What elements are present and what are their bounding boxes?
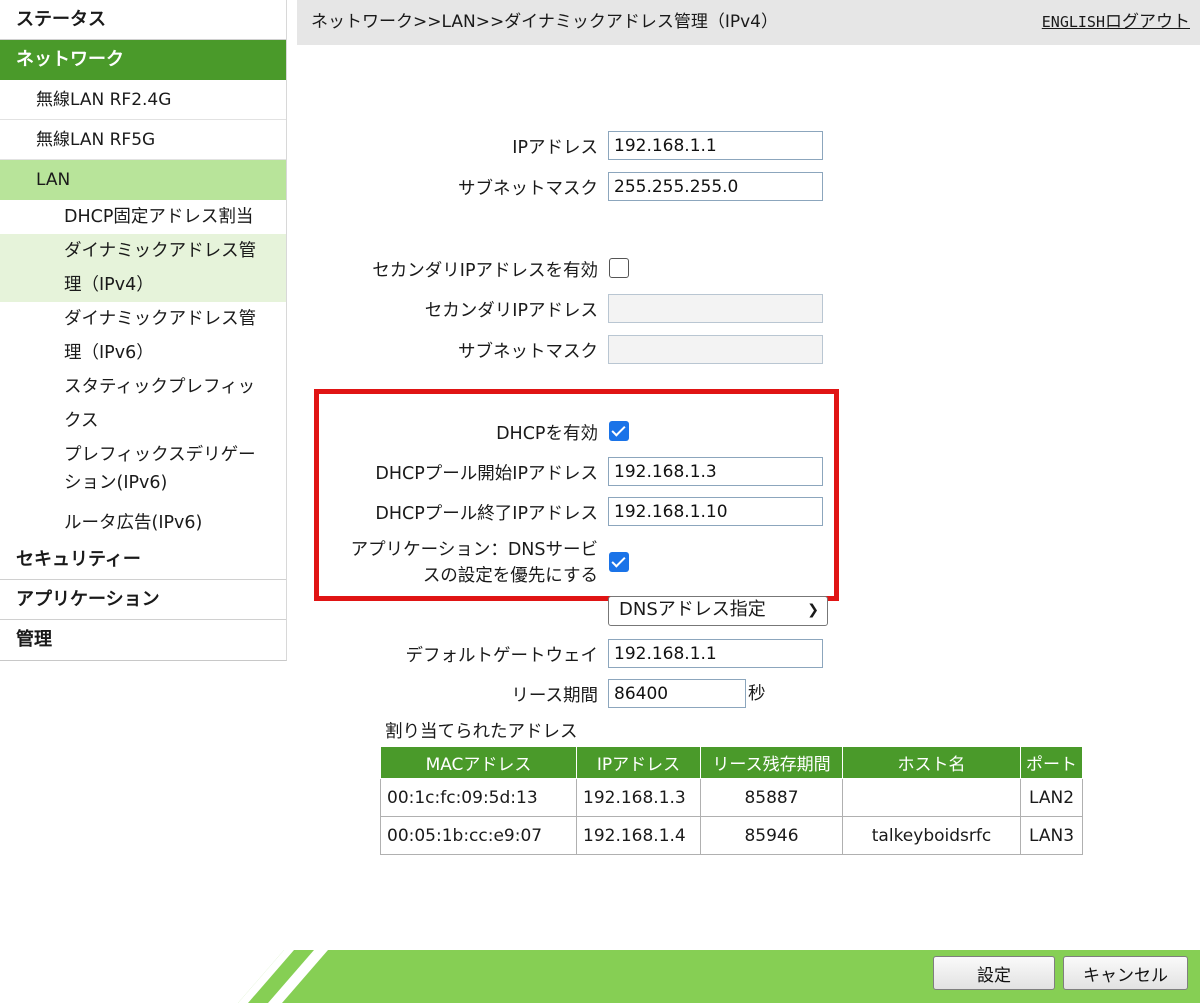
dns-mode-select-value: DNSアドレス指定 [619,599,766,620]
header-bar: ネットワーク>>LAN>>ダイナミックアドレス管理（IPv4） ENGLISHロ… [297,0,1200,45]
table-row: 00:05:1b:cc:e9:07 192.168.1.4 85946 talk… [380,816,1083,855]
cell-lease-remaining: 85946 [700,816,843,855]
dns-priority-label: アプリケーション：DNSサービ スの設定を優先にする [351,537,598,589]
nav-wlan-5g[interactable]: 無線LAN RF5G [0,120,286,160]
secondary-mask-input[interactable] [608,335,823,364]
col-port: ポート [1020,746,1083,779]
subnet-mask-label: サブネットマスク [458,179,598,199]
secondary-ip-enable-checkbox[interactable] [609,258,629,278]
nav-application[interactable]: アプリケーション [0,580,286,620]
cell-hostname: talkeyboidsrfc [842,816,1021,855]
nav-static-prefix-line1: スタティックプレフィッ [64,377,256,397]
default-gateway-label: デフォルトゲートウェイ [405,646,599,666]
nav-prefix-delegation-line1: プレフィックスデリゲー [64,445,256,465]
dns-priority-label-line2: スの設定を優先にする [422,566,598,586]
sidebar-nav: ステータス ネットワーク 無線LAN RF2.4G 無線LAN RF5G LAN… [0,0,287,661]
header-links: ENGLISHログアウト [1042,0,1190,45]
chevron-down-icon: ❯ [807,602,819,618]
subnet-mask-input[interactable] [608,172,823,201]
lease-time-unit: 秒 [748,684,766,704]
nav-dynamic-ipv6-line1: ダイナミックアドレス管 [64,309,257,329]
nav-dynamic-ipv6-line2: 理（IPv6） [64,343,154,363]
col-ip: IPアドレス [576,746,701,779]
secondary-ip-input[interactable] [608,294,823,323]
col-mac: MACアドレス [380,746,577,779]
cell-hostname [842,778,1021,817]
nav-security[interactable]: セキュリティー [0,540,286,580]
dhcp-enable-label: DHCPを有効 [496,424,598,444]
ip-address-input[interactable] [608,131,823,160]
ip-address-label: IPアドレス [512,138,598,158]
dhcp-pool-end-input[interactable] [608,497,823,526]
footer-stripe-decoration [238,950,328,1003]
nav-prefix-delegation[interactable]: プレフィックスデリゲー ション(IPv6) [0,438,286,506]
cancel-button[interactable]: キャンセル [1063,956,1188,990]
apply-button[interactable]: 設定 [933,956,1055,990]
nav-lan[interactable]: LAN [0,160,286,200]
nav-dynamic-ipv6[interactable]: ダイナミックアドレス管 理（IPv6） [0,302,286,370]
dns-priority-checkbox[interactable] [609,552,629,572]
breadcrumb: ネットワーク>>LAN>>ダイナミックアドレス管理（IPv4） [311,12,778,32]
lease-time-input[interactable] [608,679,746,708]
secondary-ip-label: セカンダリIPアドレス [424,301,598,321]
assigned-addresses-table: MACアドレス IPアドレス リース残存期間 ホスト名 ポート 00:1c:fc… [380,746,1083,855]
footer-bar [238,950,1200,1003]
english-link[interactable]: ENGLISH [1042,13,1105,31]
dns-priority-label-line1: アプリケーション：DNSサービ [350,540,598,560]
nav-wlan-24g[interactable]: 無線LAN RF2.4G [0,80,286,120]
table-header-row: MACアドレス IPアドレス リース残存期間 ホスト名 ポート [380,746,1083,779]
nav-static-prefix-line2: クス [64,411,99,431]
nav-dynamic-ipv4-line1: ダイナミックアドレス管 [64,241,257,261]
nav-prefix-delegation-line2: ション(IPv6) [64,473,168,493]
cell-mac: 00:05:1b:cc:e9:07 [380,816,577,855]
nav-admin[interactable]: 管理 [0,620,286,660]
nav-static-prefix[interactable]: スタティックプレフィッ クス [0,370,286,438]
nav-dynamic-ipv4-line2: 理（IPv4） [64,275,154,295]
lease-time-label: リース期間 [511,686,598,706]
cell-lease-remaining: 85887 [700,778,843,817]
col-lease-remaining: リース残存期間 [700,746,843,779]
cell-port: LAN2 [1020,778,1083,817]
dhcp-pool-start-input[interactable] [608,457,823,486]
secondary-ip-enable-label: セカンダリIPアドレスを有効 [372,261,598,281]
col-hostname: ホスト名 [842,746,1021,779]
nav-dynamic-ipv4[interactable]: ダイナミックアドレス管 理（IPv4） [0,234,286,302]
nav-status[interactable]: ステータス [0,0,286,40]
cell-port: LAN3 [1020,816,1083,855]
nav-router-advertisement[interactable]: ルータ広告(IPv6) [0,506,286,540]
assigned-addresses-title: 割り当てられたアドレス [385,722,578,742]
nav-dhcp-fixed[interactable]: DHCP固定アドレス割当 [0,200,286,234]
logout-link[interactable]: ログアウト [1105,12,1190,32]
secondary-mask-label: サブネットマスク [458,342,598,362]
cell-ip: 192.168.1.4 [576,816,701,855]
dhcp-pool-end-label: DHCPプール終了IPアドレス [375,504,598,524]
cell-mac: 00:1c:fc:09:5d:13 [380,778,577,817]
dhcp-enable-checkbox[interactable] [609,421,629,441]
table-row: 00:1c:fc:09:5d:13 192.168.1.3 85887 LAN2 [380,778,1083,817]
nav-network[interactable]: ネットワーク [0,40,286,80]
cell-ip: 192.168.1.3 [576,778,701,817]
default-gateway-input[interactable] [608,639,823,668]
dhcp-pool-start-label: DHCPプール開始IPアドレス [375,464,598,484]
dns-mode-select[interactable]: DNSアドレス指定 ❯ [608,596,828,626]
